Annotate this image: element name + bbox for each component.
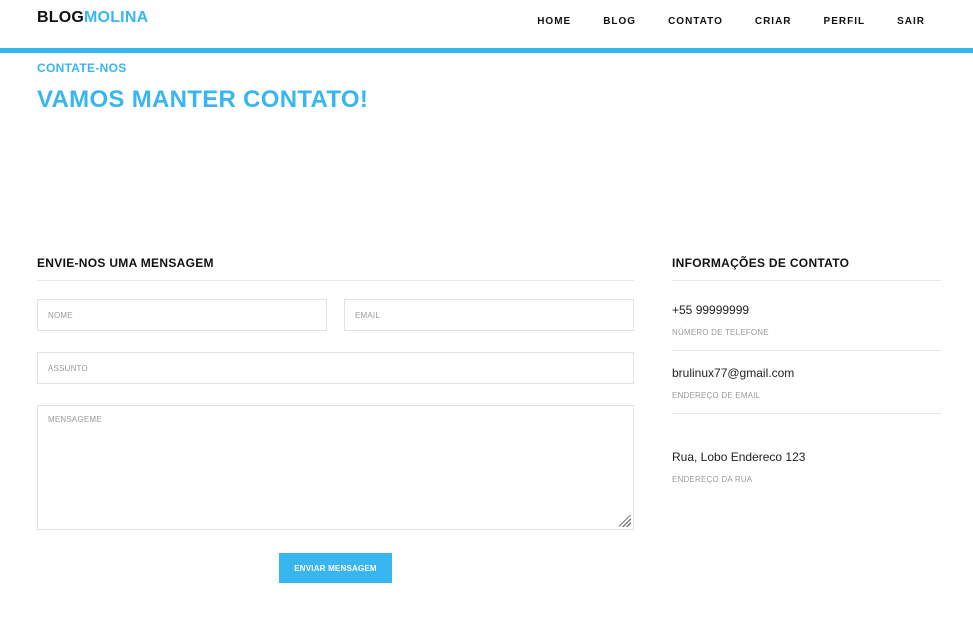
textarea-resize-handle[interactable] (619, 515, 631, 527)
site-header: BLOGMOLINA HOME BLOG CONTATO CRIAR PERFI… (0, 0, 973, 48)
name-input[interactable] (37, 299, 327, 331)
nav-home[interactable]: HOME (537, 16, 571, 28)
send-message-button[interactable]: ENVIAR MENSAGEM (279, 553, 392, 583)
nav-criar[interactable]: CRIAR (755, 16, 792, 28)
subject-input[interactable] (37, 352, 634, 384)
email-divider (672, 413, 941, 414)
form-heading-divider (37, 280, 634, 281)
logo-text-part2: MOLINA (84, 9, 149, 26)
nav-perfil[interactable]: PERFIL (824, 16, 866, 28)
contact-info-heading: INFORMAÇÕES DE CONTATO (672, 256, 850, 270)
nav-contato[interactable]: CONTATO (668, 16, 723, 28)
phone-value: +55 99999999 (672, 303, 750, 317)
form-heading: ENVIE-NOS UMA MENSAGEM (37, 256, 214, 270)
email-value: brulinux77@gmail.com (672, 366, 795, 380)
address-value: Rua, Lobo Endereco 123 (672, 450, 806, 464)
email-input[interactable] (344, 299, 634, 331)
address-label: ENDEREÇO DA RUA (672, 475, 753, 484)
phone-label: NÚMERO DE TELEFONE (672, 328, 769, 337)
phone-divider (672, 350, 941, 351)
site-logo[interactable]: BLOGMOLINA (37, 9, 148, 27)
email-label: ENDEREÇO DE EMAIL (672, 391, 761, 400)
logo-text-part1: BLOG (37, 9, 85, 26)
page-eyebrow: CONTATE-NOS (37, 61, 127, 75)
message-textarea[interactable] (37, 405, 634, 530)
nav-blog[interactable]: BLOG (603, 16, 636, 28)
page-title: VAMOS MANTER CONTATO! (37, 86, 369, 113)
header-accent-bar (0, 48, 973, 53)
main-nav: HOME BLOG CONTATO CRIAR PERFIL SAIR (505, 16, 925, 28)
contact-info-divider (672, 280, 941, 281)
nav-sair[interactable]: SAIR (897, 16, 925, 28)
